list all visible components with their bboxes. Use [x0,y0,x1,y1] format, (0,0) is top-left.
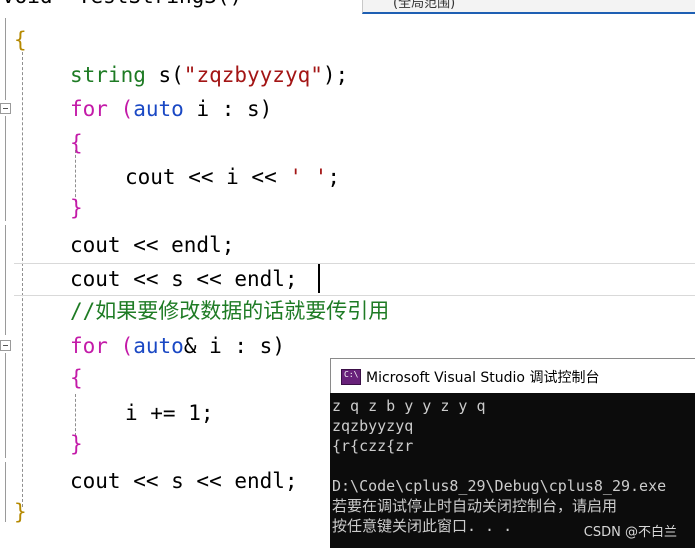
console-line: 按任意键关闭此窗口. . . [332,517,513,535]
console-line: {r{czz{zr [332,437,414,455]
console-line: 若要在调试停止时自动关闭控制台，请启用 [332,497,618,515]
code-token: ( [107,97,134,121]
fold-toggle-for-loop-2[interactable] [0,340,11,351]
fold-line [5,18,6,100]
auto-keyword: auto [133,334,184,358]
code-token: cout << i << [125,165,290,189]
code-line-15: } [14,500,27,524]
scope-dropdown-label: (全局范围) [393,0,456,11]
console-line: D:\Code\cplus8_29\Debug\cplus8_29.exe [332,477,667,495]
csdn-watermark: CSDN @不白兰 [583,525,677,540]
fold-toggle-for-loop-1[interactable] [0,103,11,114]
function-signature-fragment: void TestString3() [2,0,242,13]
console-title: Microsoft Visual Studio 调试控制台 [366,370,600,386]
code-token: i : s) [183,97,273,121]
code-line-7: cout << endl; [70,233,235,257]
type-keyword: string [70,63,146,87]
char-literal: ' ' [289,165,328,189]
scope-dropdown-fragment[interactable]: (全局范围) [362,0,695,14]
string-literal: "zqzbyyzyq" [183,63,323,87]
code-token: ; [327,165,340,189]
editor-top-strip: void TestString3() (全局范围) [0,0,695,14]
console-title-bar[interactable]: Microsoft Visual Studio 调试控制台 [330,358,695,393]
code-line-13: } [70,432,83,456]
console-app-icon [341,369,361,385]
fold-line [5,225,6,335]
code-token: ( [107,334,134,358]
for-keyword: for [70,97,108,121]
comment-line: //如果要修改数据的话就要传引用 [70,299,390,323]
code-line-4: { [70,131,83,155]
code-line-6: } [70,196,83,220]
code-line-10: for (auto& i : s) [70,330,285,363]
console-line: z q z b y y z y q [332,397,486,415]
text-caret [318,264,320,293]
console-line: zqzbyyzyq [332,417,414,435]
code-token: ); [322,63,349,87]
code-line-3: for (auto i : s) [70,93,272,126]
code-token: & i : s) [183,334,285,358]
code-line-2: string s("zqzbyyzyq"); [70,59,348,92]
fold-line [5,353,6,458]
code-line-5: cout << i << ' '; [125,161,340,194]
code-line-1: { [14,28,27,52]
fold-line [5,116,6,221]
for-keyword: for [70,334,108,358]
code-line-11: { [70,366,83,390]
code-token: s( [145,63,184,87]
code-line-12: i += 1; [125,401,214,425]
code-line-14: cout << s << endl; [70,469,298,493]
fold-line [5,462,6,522]
code-line-8: cout << s << endl; [70,267,298,291]
auto-keyword: auto [133,97,184,121]
debug-console-window[interactable]: Microsoft Visual Studio 调试控制台 z q z b y … [330,358,695,548]
